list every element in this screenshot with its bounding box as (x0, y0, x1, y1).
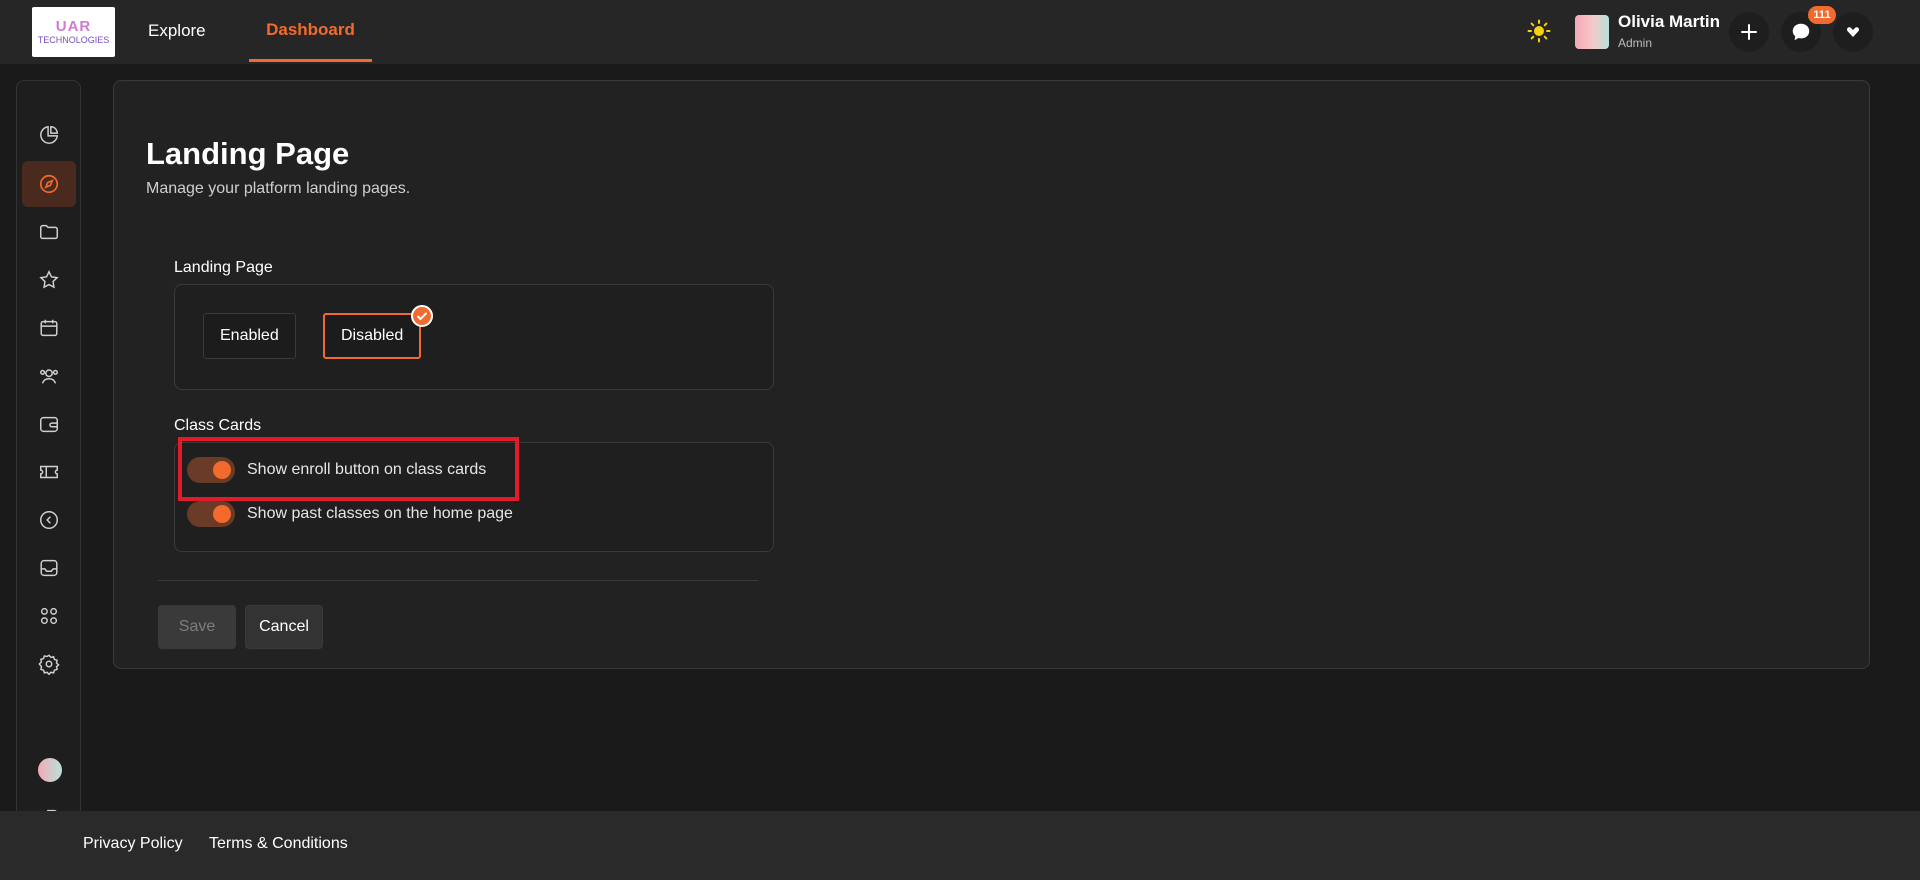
ticket-icon (40, 465, 58, 479)
user-avatar[interactable] (1575, 15, 1609, 49)
logo-subtext: TECHNOLOGIES (37, 35, 110, 45)
wallet-icon (40, 416, 58, 433)
cancel-button[interactable]: Cancel (245, 605, 323, 649)
star-icon (39, 270, 59, 289)
user-menu-button[interactable] (1833, 12, 1873, 52)
nav-explore[interactable]: Explore (148, 21, 206, 41)
footer: Privacy Policy Terms & Conditions (0, 811, 1920, 880)
settings-icon (38, 654, 60, 675)
apps-icon (40, 607, 58, 625)
heart-dropdown-icon (1847, 27, 1859, 37)
sidebar-item-apps[interactable] (22, 593, 76, 639)
sidebar-item-explore[interactable] (22, 161, 76, 207)
sidebar-item-favorites[interactable] (22, 257, 76, 303)
past-classes-toggle[interactable] (187, 501, 235, 527)
brand-logo[interactable]: UAR TECHNOLOGIES (32, 7, 115, 57)
toggle-row-enroll: Show enroll button on class cards (187, 455, 486, 485)
sun-icon[interactable] (1527, 19, 1551, 43)
page-subtitle: Manage your platform landing pages. (146, 180, 411, 197)
privacy-policy-link[interactable]: Privacy Policy (83, 835, 183, 853)
sidebar-item-back[interactable] (22, 497, 76, 543)
landing-page-options: Enabled Disabled (174, 284, 774, 390)
chat-icon (1792, 23, 1810, 41)
calendar-icon (40, 319, 58, 337)
past-classes-toggle-label: Show past classes on the home page (247, 505, 513, 522)
sidebar-item-analytics[interactable] (22, 112, 76, 158)
sidebar-item-users[interactable] (22, 353, 76, 399)
enroll-toggle-label: Show enroll button on class cards (247, 461, 487, 478)
enroll-button-toggle[interactable] (187, 457, 235, 483)
compass-icon (39, 174, 59, 194)
sidebar-item-files[interactable] (22, 209, 76, 255)
settings-card: Landing Page Manage your platform landin… (113, 80, 1870, 669)
save-button[interactable]: Save (158, 605, 236, 649)
class-cards-label: Class Cards (174, 417, 262, 434)
page-title: Landing Page (146, 136, 350, 171)
enabled-option[interactable]: Enabled (203, 313, 296, 359)
users-icon (40, 369, 58, 384)
pie-chart-icon (40, 125, 59, 144)
folder-icon (40, 224, 58, 240)
divider (158, 580, 758, 581)
sidebar-avatar[interactable] (38, 758, 62, 782)
logo-text: UAR (55, 18, 92, 35)
inbox-icon (40, 559, 58, 577)
sidebar-item-settings[interactable] (22, 641, 76, 687)
sidebar-item-calendar[interactable] (22, 305, 76, 351)
check-icon (411, 305, 433, 327)
toggle-row-past-classes: Show past classes on the home page (187, 499, 513, 529)
user-role: Admin (1618, 36, 1653, 50)
plus-icon (1741, 24, 1757, 40)
back-circle-icon (40, 511, 58, 529)
add-button[interactable] (1729, 12, 1769, 52)
nav-dashboard[interactable]: Dashboard (249, 0, 372, 62)
top-bar: UAR TECHNOLOGIES Explore Dashboard Olivi… (0, 0, 1920, 64)
user-name[interactable]: Olivia Martin (1618, 12, 1720, 32)
terms-link[interactable]: Terms & Conditions (209, 835, 348, 853)
disabled-option[interactable]: Disabled (323, 313, 422, 359)
sidebar-item-tickets[interactable] (22, 449, 76, 495)
class-cards-options: Show enroll button on class cards Show p… (174, 442, 774, 552)
notification-badge: 111 (1808, 6, 1836, 24)
sidebar-item-inbox[interactable] (22, 545, 76, 591)
sidebar (16, 80, 81, 854)
landing-page-label: Landing Page (174, 259, 273, 276)
sidebar-item-wallet[interactable] (22, 401, 76, 447)
